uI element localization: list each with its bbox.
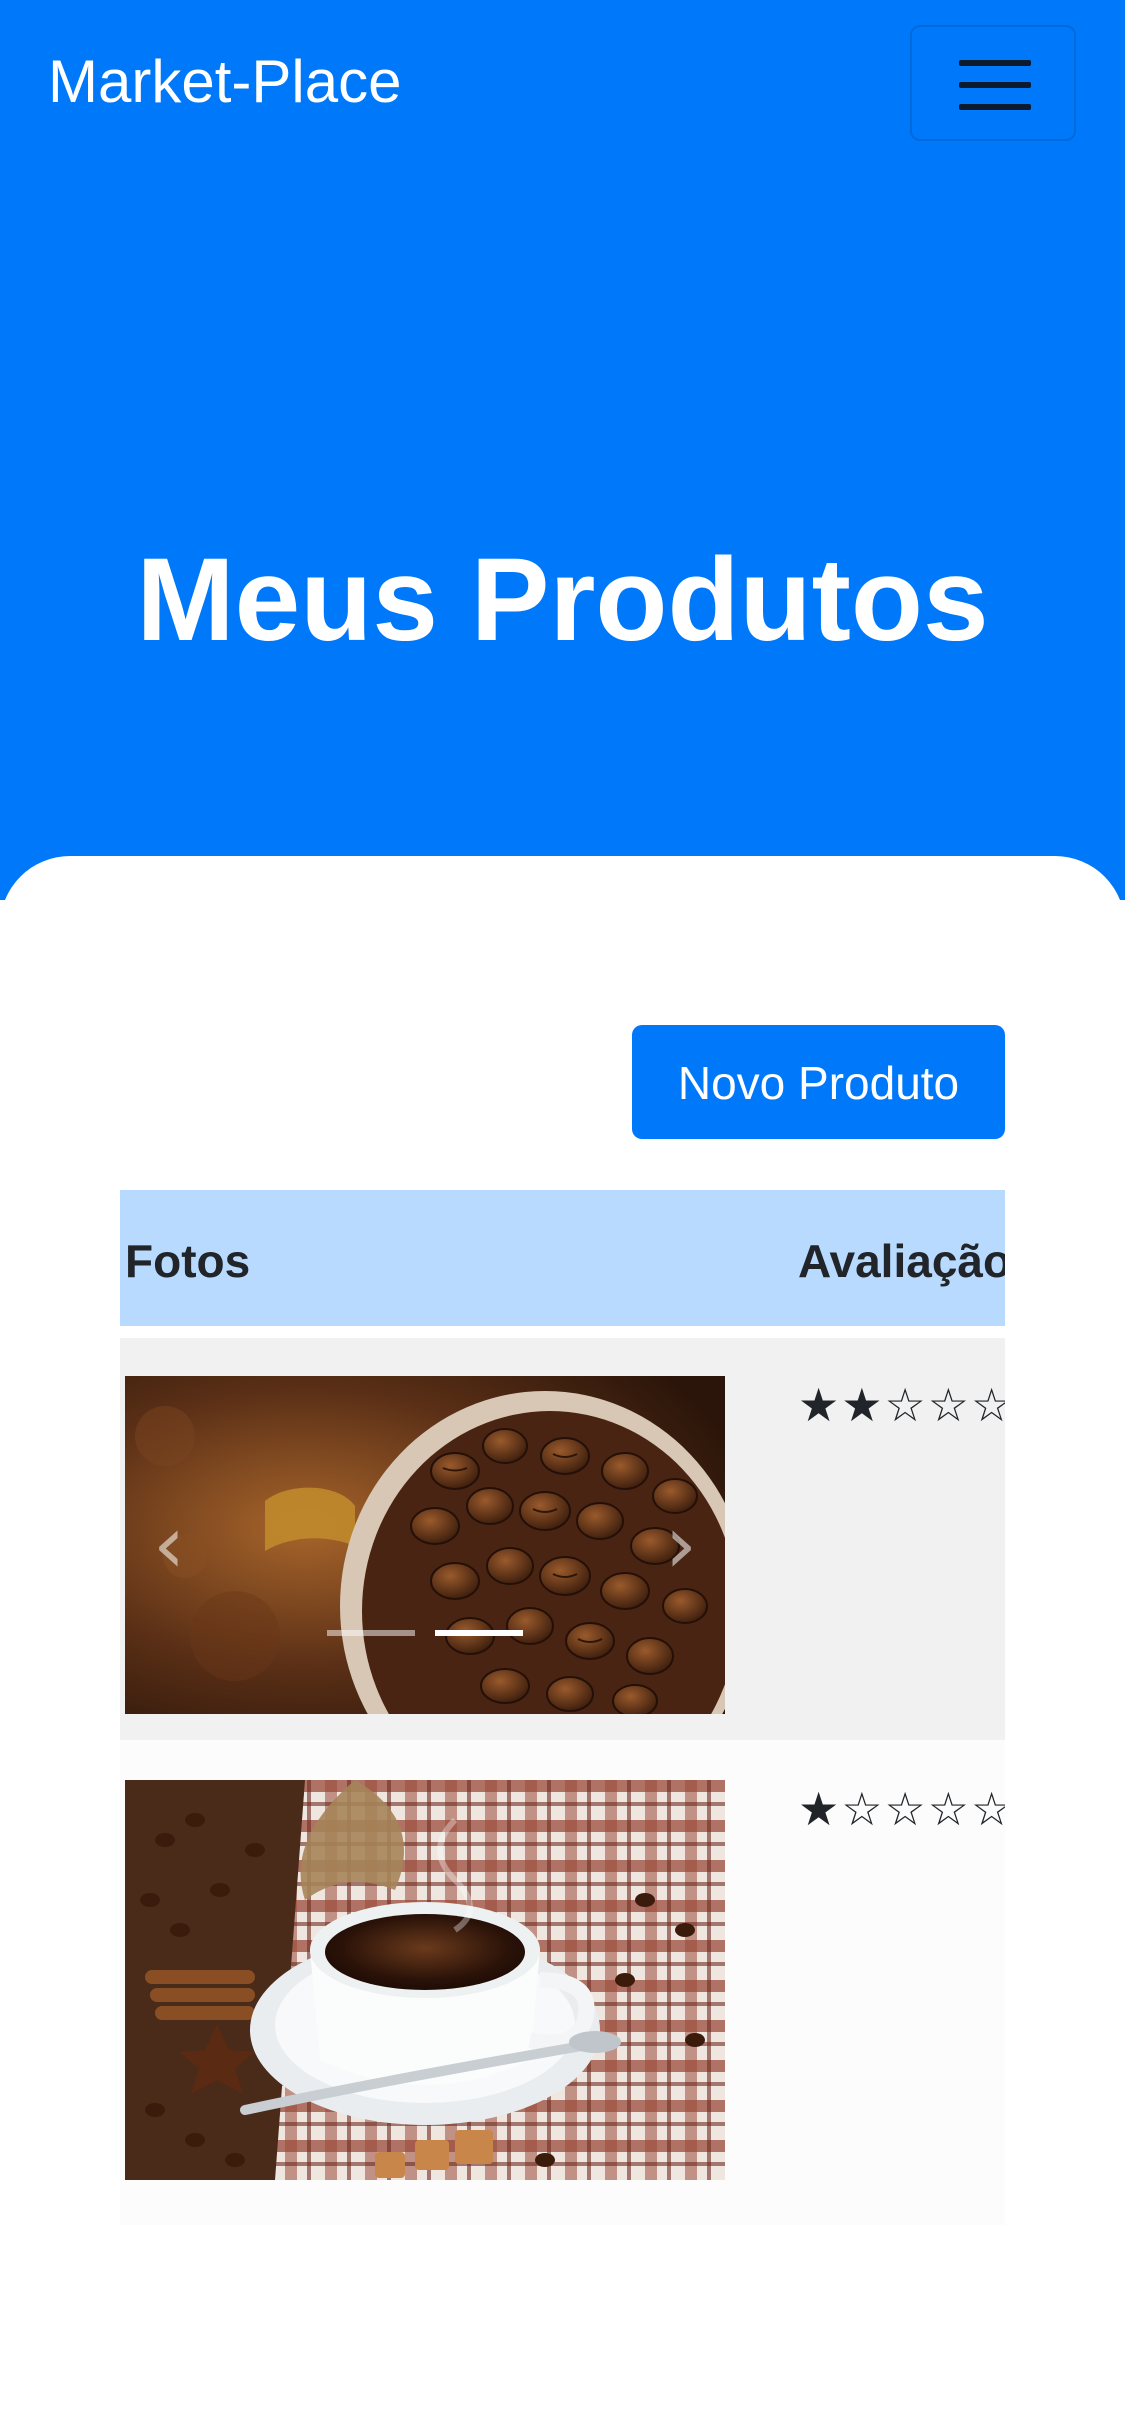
- table-header: Fotos Avaliação: [120, 1190, 1005, 1332]
- cup-of-coffee-photo: [125, 1780, 725, 2180]
- carousel-indicators: [125, 1630, 725, 1636]
- navbar-toggler-button[interactable]: [910, 25, 1076, 141]
- rating-stars: ★☆☆☆☆: [798, 1783, 1005, 1835]
- hamburger-icon-line-middle: [959, 82, 1031, 88]
- column-header-photos: Fotos: [125, 1235, 251, 1287]
- table-row: ‹ › ★★☆☆☆: [120, 1338, 1005, 1740]
- carousel-prev-icon[interactable]: ‹: [139, 1505, 199, 1585]
- hamburger-icon-line-top: [959, 60, 1031, 66]
- table-row: ★☆☆☆☆: [120, 1740, 1005, 2225]
- carousel-next-icon[interactable]: ›: [651, 1505, 711, 1585]
- column-header-rating: Avaliação: [798, 1235, 1005, 1287]
- page-title: Meus Produtos: [136, 534, 989, 666]
- products-table: Fotos Avaliação ‹ › ★★☆☆☆ ★☆☆☆☆: [120, 1190, 1005, 2225]
- coffee-beans-in-cup-photo: [125, 1376, 725, 1714]
- hero-section: Market-Place Meus Produtos: [0, 0, 1125, 900]
- rating-stars: ★★☆☆☆: [798, 1379, 1005, 1431]
- hamburger-icon-line-bottom: [959, 104, 1031, 110]
- carousel-indicator-1[interactable]: [327, 1630, 415, 1636]
- product-photo: [125, 1780, 725, 2180]
- page: Market-Place Meus Produtos Novo Produto …: [0, 0, 1125, 2436]
- product-photo-carousel[interactable]: ‹ ›: [125, 1376, 725, 1714]
- carousel-indicator-2[interactable]: [435, 1630, 523, 1636]
- new-product-button[interactable]: Novo Produto: [632, 1025, 1005, 1139]
- navbar-brand[interactable]: Market-Place: [48, 44, 401, 120]
